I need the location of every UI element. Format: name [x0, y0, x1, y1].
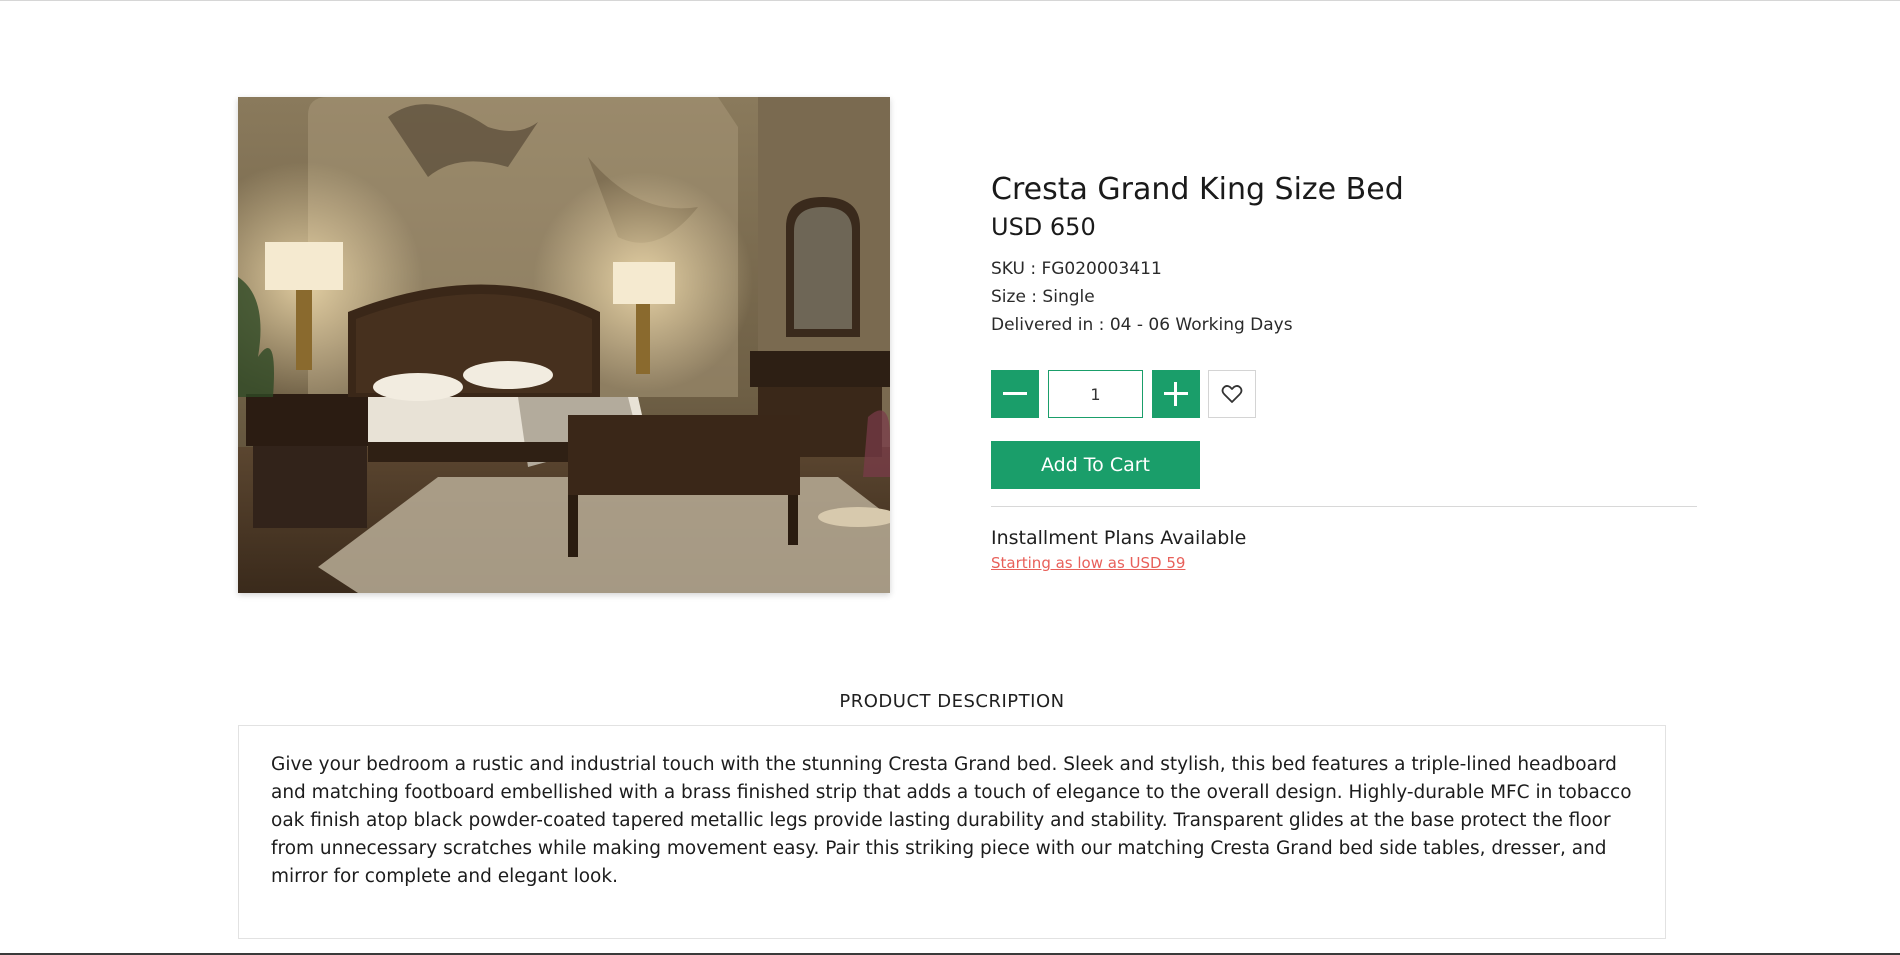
product-image[interactable] [238, 97, 890, 593]
description-text: Give your bedroom a rustic and industria… [271, 754, 1632, 887]
product-meta: SKU : FG020003411 Size : Single Delivere… [991, 255, 1697, 339]
product-size: Size : Single [991, 287, 1095, 308]
product-info: Cresta Grand King Size Bed USD 650 SKU :… [991, 170, 1697, 339]
heart-icon [1221, 385, 1243, 403]
add-to-cart-button[interactable]: Add To Cart [991, 441, 1200, 489]
description-box: Give your bedroom a rustic and industria… [238, 725, 1666, 939]
section-divider [991, 506, 1697, 507]
product-sku: SKU : FG020003411 [991, 259, 1162, 280]
description-heading: PRODUCT DESCRIPTION [839, 691, 1065, 712]
installment-title: Installment Plans Available [991, 527, 1247, 549]
quantity-input[interactable] [1048, 370, 1143, 418]
add-to-wishlist-button[interactable] [1208, 370, 1256, 418]
product-delivery: Delivered in : 04 - 06 Working Days [991, 315, 1293, 336]
installment-link[interactable]: Starting as low as USD 59 [991, 552, 1185, 574]
top-divider [0, 0, 1900, 1]
installment-plans: Installment Plans Available Starting as … [991, 525, 1246, 574]
product-price: USD 650 [991, 213, 1096, 241]
product-title: Cresta Grand King Size Bed [991, 172, 1404, 207]
increase-quantity-button[interactable] [1152, 370, 1200, 418]
decrease-quantity-button[interactable] [991, 370, 1039, 418]
